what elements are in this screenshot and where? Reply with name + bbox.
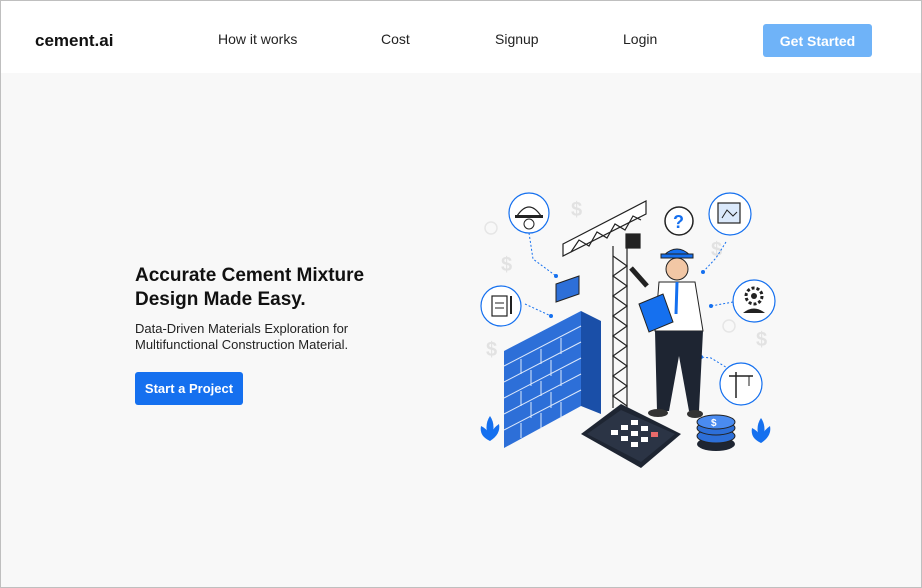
nav-signup[interactable]: Signup bbox=[495, 31, 539, 47]
question-mark-icon: ? bbox=[664, 206, 694, 236]
nav-how-it-works[interactable]: How it works bbox=[218, 31, 297, 47]
worker-helmet-icon bbox=[508, 192, 550, 234]
gear-worker-icon bbox=[732, 279, 776, 323]
brand-logo[interactable]: cement.ai bbox=[35, 31, 113, 51]
construction-worker bbox=[629, 248, 704, 418]
svg-text:$: $ bbox=[571, 199, 582, 221]
svg-text:$: $ bbox=[486, 339, 497, 361]
clipboard-icon bbox=[480, 285, 522, 327]
get-started-button[interactable]: Get Started bbox=[763, 24, 872, 57]
svg-text:$: $ bbox=[711, 418, 717, 429]
svg-text:?: ? bbox=[673, 212, 684, 232]
start-project-button[interactable]: Start a Project bbox=[135, 372, 243, 405]
hero-title: Accurate Cement Mixture Design Made Easy… bbox=[135, 265, 365, 310]
svg-text:$: $ bbox=[501, 254, 512, 276]
coins-icon: $ bbox=[696, 414, 736, 451]
top-navbar: cement.ai How it works Cost Signup Login… bbox=[1, 1, 921, 73]
hero-subtitle: Data-Driven Materials Exploration for Mu… bbox=[135, 321, 349, 352]
construction-illustration: $ $ $ $ $ ? $ bbox=[480, 192, 776, 468]
blueprint-icon bbox=[708, 192, 752, 236]
svg-text:$: $ bbox=[756, 329, 767, 351]
nav-cost[interactable]: Cost bbox=[381, 31, 410, 47]
crane-icon bbox=[719, 362, 763, 406]
nav-login[interactable]: Login bbox=[623, 31, 657, 47]
